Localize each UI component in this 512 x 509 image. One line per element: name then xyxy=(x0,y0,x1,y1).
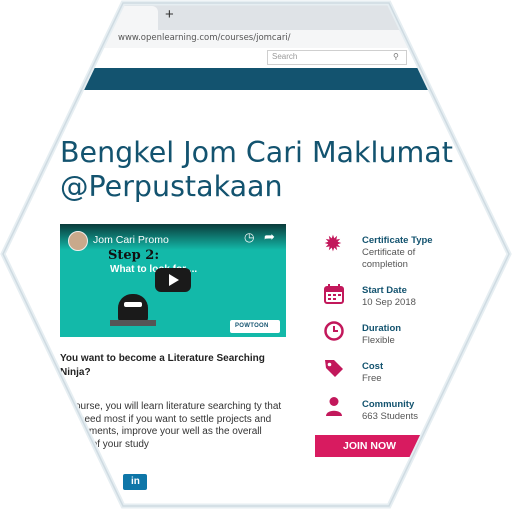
video-title[interactable]: Jom Cari Promo xyxy=(93,234,169,246)
search-placeholder: Search xyxy=(272,52,298,61)
laptop-illustration xyxy=(110,320,156,326)
certificate-icon: ✹ xyxy=(323,231,343,256)
browser-tab-bar xyxy=(2,2,510,30)
join-now-label[interactable]: JOIN NOW xyxy=(343,440,396,452)
calendar-icon xyxy=(324,284,344,304)
price-tag-icon xyxy=(325,360,343,377)
url-text[interactable]: www.openlearning.com/courses/jomcari/ xyxy=(118,33,291,43)
fact-value-cost: Free xyxy=(362,373,382,384)
new-tab-icon[interactable]: + xyxy=(165,7,174,22)
search-icon[interactable]: ⚲ xyxy=(393,52,399,61)
site-header xyxy=(2,48,510,69)
promo-video[interactable]: Jom Cari Promo ◷ ➦ Step 2: What to look … xyxy=(60,224,286,337)
course-description: is course, you will learn literature sea… xyxy=(60,401,282,450)
user-icon xyxy=(326,397,342,416)
course-title: Bengkel Jom Cari Maklumat @Perpustakaan xyxy=(60,136,453,203)
tab-title: Fi xyxy=(62,7,70,17)
powtoon-label: POWTOON xyxy=(235,323,269,329)
share-icon[interactable]: ➦ xyxy=(264,229,275,245)
fact-label-community: Community xyxy=(362,399,415,410)
ninja-eyes xyxy=(124,302,142,307)
linkedin-icon[interactable]: in xyxy=(131,476,140,487)
fact-value-certificate: Certificate of completion xyxy=(362,247,416,270)
fact-label-start-date: Start Date xyxy=(362,285,407,296)
channel-avatar[interactable] xyxy=(68,231,88,251)
site-nav-bar xyxy=(2,68,510,90)
clock-icon xyxy=(324,321,344,341)
fact-value-duration: Flexible xyxy=(362,335,395,346)
video-step-text: Step 2: xyxy=(108,248,160,263)
fact-value-start-date: 10 Sep 2018 xyxy=(362,297,416,308)
screenshot-viewport: Fi × + www.openlearning.com/courses/jomc… xyxy=(2,2,510,507)
fact-label-certificate: Certificate Type xyxy=(362,235,433,246)
play-icon[interactable] xyxy=(169,274,179,286)
watch-later-icon[interactable]: ◷ xyxy=(244,230,254,244)
browser-tab[interactable] xyxy=(60,6,158,30)
fact-label-duration: Duration xyxy=(362,323,402,334)
ninja-illustration xyxy=(118,294,148,322)
fact-label-cost: Cost xyxy=(362,361,384,372)
intro-heading: You want to become a Literature Searchin… xyxy=(60,353,265,378)
fact-value-community: 663 Students xyxy=(362,411,418,422)
tab-close-icon[interactable]: × xyxy=(84,6,90,18)
